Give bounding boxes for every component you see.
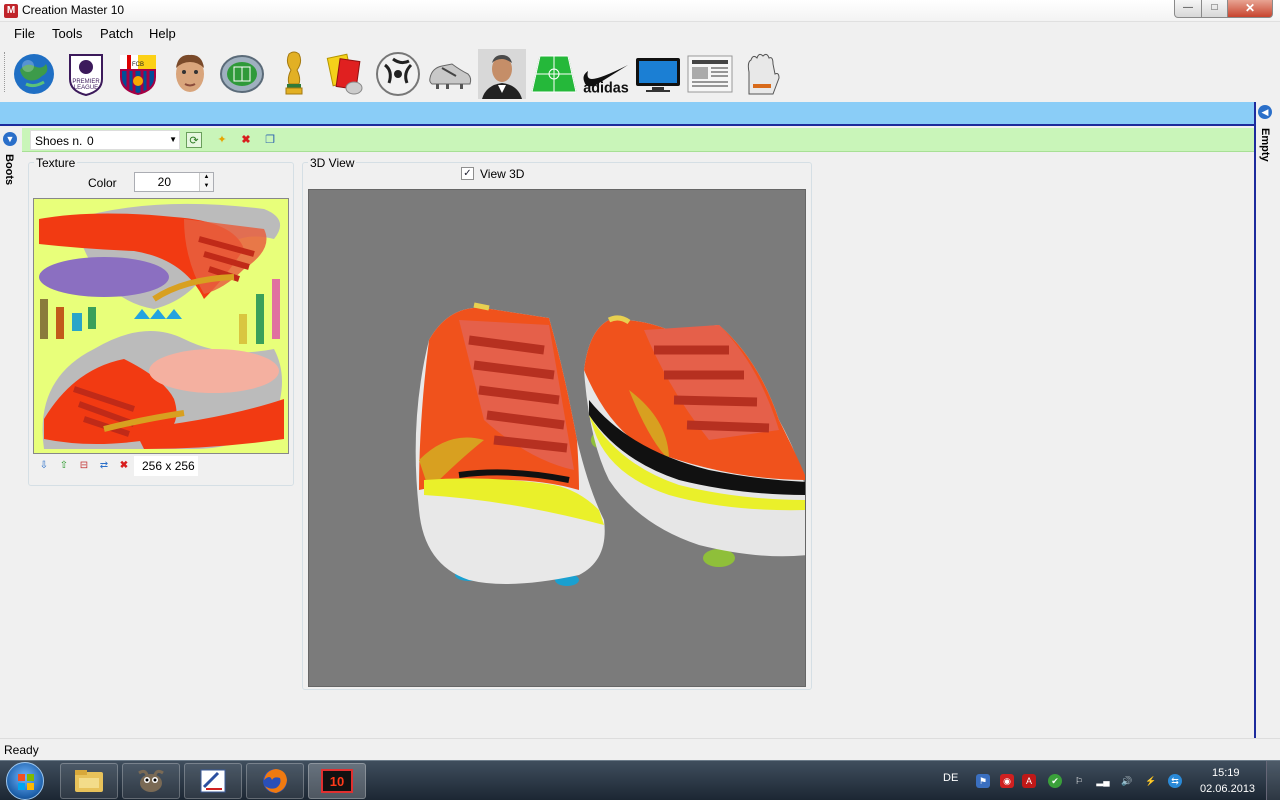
replace-texture-icon[interactable]: ⇄ [96, 458, 112, 474]
selector-bar [22, 128, 1254, 152]
svg-text:10: 10 [330, 774, 344, 789]
newspaper-icon[interactable] [686, 50, 734, 98]
tab-header-band [0, 102, 1254, 126]
taskbar: 10 DE ⚑ ◉ A ✔ ⚐ ▂▄ 🔊 ⚡ ⇆ 15:19 02.06.201… [0, 760, 1280, 800]
toolbar: PREMIER LEAGUE FCB adidas [0, 44, 1280, 102]
left-panel-label[interactable]: Boots [3, 154, 15, 185]
texture-preview-image[interactable] [33, 198, 289, 454]
status-bar: Ready [0, 738, 1280, 760]
world-cup-trophy-icon[interactable] [270, 50, 318, 98]
3d-view-legend: 3D View [308, 156, 357, 170]
globe-icon[interactable] [10, 50, 58, 98]
manager-icon[interactable] [478, 49, 526, 99]
svg-text:adidas: adidas [583, 81, 629, 97]
title-bar: M Creation Master 10 — □ ✕ [0, 0, 1280, 22]
menu-help[interactable]: Help [149, 26, 176, 41]
texture-size-label: 256 x 256 [134, 456, 198, 476]
referee-cards-icon[interactable] [322, 50, 370, 98]
chevron-down-icon[interactable]: ▼ [169, 135, 177, 144]
app-icon: M [4, 4, 18, 18]
tray-acrobat-icon[interactable]: A [1022, 774, 1036, 788]
taskbar-firefox-icon[interactable] [246, 763, 304, 799]
menu-file[interactable]: File [14, 26, 35, 41]
adidas-icon[interactable]: adidas [582, 74, 630, 100]
tray-network-icon[interactable]: ⚑ [976, 774, 990, 788]
clock-date[interactable]: 02.06.2013 [1200, 783, 1255, 795]
taskbar-explorer-icon[interactable] [60, 763, 118, 799]
shoes-label: Shoes n. [35, 134, 83, 148]
boots-icon[interactable] [426, 50, 474, 98]
shoes-number-dropdown[interactable]: Shoes n. 0 ▼ [30, 130, 180, 150]
tray-flag-icon[interactable]: ⚐ [1072, 774, 1086, 788]
taskbar-creation-master-icon[interactable]: 10 [308, 763, 366, 799]
right-panel-expand-icon[interactable]: ◀ [1258, 105, 1272, 119]
tv-screen-icon[interactable] [634, 50, 682, 98]
svg-text:LEAGUE: LEAGUE [74, 85, 98, 91]
svg-text:FCB: FCB [132, 62, 144, 68]
spin-arrows-icon[interactable]: ▲ ▼ [199, 173, 213, 191]
delete-icon[interactable]: ✖ [238, 132, 254, 148]
import-texture-icon[interactable]: ⇩ [36, 458, 52, 474]
football-icon[interactable] [374, 50, 422, 98]
3d-viewport[interactable] [308, 189, 806, 687]
refresh-icon[interactable]: ⟳ [186, 132, 202, 148]
left-panel-collapse-icon[interactable]: ▼ [3, 132, 17, 146]
color-value: 20 [157, 175, 171, 189]
taskbar-paint-icon[interactable] [184, 763, 242, 799]
premier-league-icon[interactable]: PREMIER LEAGUE [62, 50, 110, 98]
tray-signal-icon[interactable]: ▂▄ [1096, 774, 1110, 788]
new-item-icon[interactable]: ✦ [214, 132, 230, 148]
view-3d-label[interactable]: View 3D [480, 167, 524, 181]
goalkeeper-gloves-icon[interactable] [738, 50, 786, 98]
language-indicator[interactable]: DE [943, 772, 958, 784]
right-panel-label[interactable]: Empty [1259, 128, 1271, 162]
tray-update-icon[interactable]: ✔ [1048, 774, 1062, 788]
view-3d-checkbox[interactable]: ✓ [461, 167, 474, 180]
right-panel-strip [1254, 102, 1280, 738]
menu-patch[interactable]: Patch [100, 26, 133, 41]
copy-icon[interactable]: ❐ [262, 132, 278, 148]
player-face-icon[interactable] [166, 50, 214, 98]
export-texture-icon[interactable]: ⇧ [56, 458, 72, 474]
texture-legend: Texture [34, 156, 78, 170]
menu-bar: File Tools Patch Help [0, 22, 1280, 44]
close-button[interactable]: ✕ [1227, 0, 1273, 18]
remove-texture-icon[interactable]: ⊟ [76, 458, 92, 474]
tray-power-icon[interactable]: ⚡ [1144, 774, 1158, 788]
clock-time[interactable]: 15:19 [1212, 767, 1240, 779]
status-text: Ready [4, 743, 39, 757]
menu-tools[interactable]: Tools [52, 26, 82, 41]
shoes-value: 0 [87, 134, 94, 148]
tray-volume-icon[interactable]: 🔊 [1120, 774, 1134, 788]
tray-antivirus-icon[interactable]: ◉ [1000, 774, 1014, 788]
color-stepper[interactable]: 20 ▲ ▼ [134, 172, 214, 192]
taskbar-gimp-icon[interactable] [122, 763, 180, 799]
toolbar-grip[interactable] [4, 52, 7, 92]
start-button[interactable] [6, 762, 44, 800]
show-desktop-button[interactable] [1266, 761, 1280, 800]
color-label: Color [88, 176, 117, 190]
clear-texture-icon[interactable]: ✖ [116, 458, 132, 474]
pitch-icon[interactable] [530, 50, 578, 98]
minimize-button[interactable]: — [1174, 0, 1202, 18]
maximize-button[interactable]: □ [1201, 0, 1228, 18]
tray-sync-icon[interactable]: ⇆ [1168, 774, 1182, 788]
stadium-icon[interactable] [218, 50, 266, 98]
left-panel-strip [0, 128, 22, 738]
window-title: Creation Master 10 [22, 3, 125, 17]
fc-barcelona-icon[interactable]: FCB [114, 50, 162, 98]
